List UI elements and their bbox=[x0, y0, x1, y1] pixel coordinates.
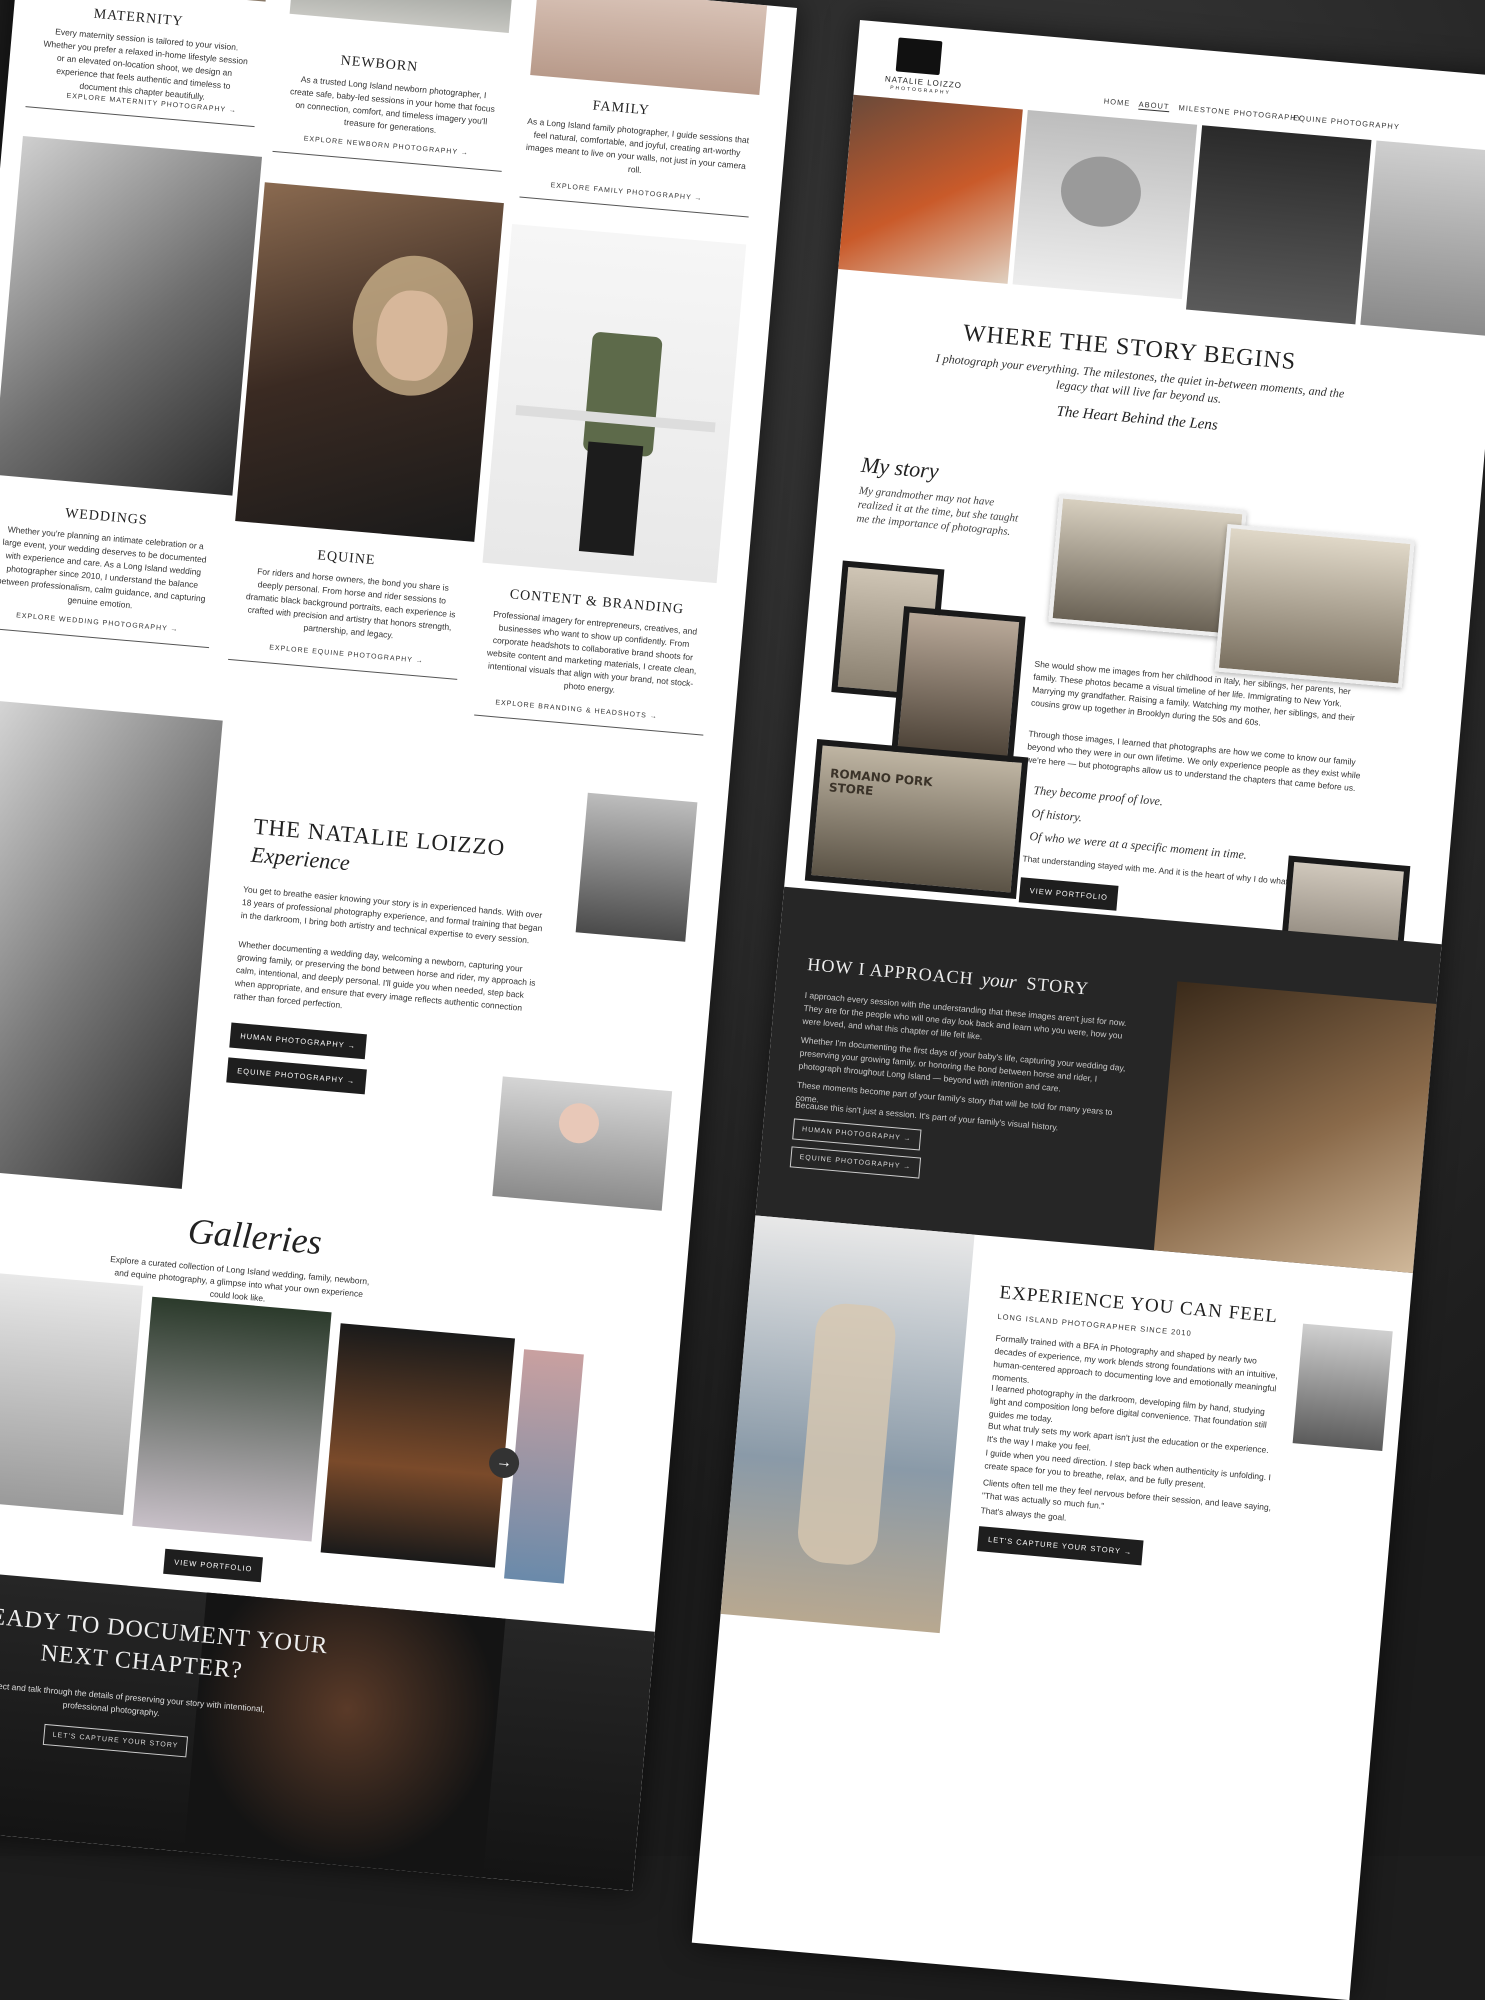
nav-equine[interactable]: EQUINE PHOTOGRAPHY bbox=[1293, 113, 1400, 131]
store-sign: ROMANO PORK STORE bbox=[828, 766, 934, 799]
lets-capture-your-story-button[interactable]: LET'S CAPTURE YOUR STORY → bbox=[977, 1526, 1144, 1566]
service-desc-equine: For riders and horse owners, the bond yo… bbox=[245, 566, 456, 641]
explore-family-link[interactable]: EXPLORE FAMILY PHOTOGRAPHY → bbox=[550, 182, 702, 202]
service-desc-newborn: As a trusted Long Island newborn photogr… bbox=[289, 74, 496, 135]
vintage-photo-group bbox=[1048, 494, 1247, 639]
story-paragraph-2: Through those images, I learned that pho… bbox=[1025, 728, 1361, 794]
newborn-flowers-photo bbox=[492, 1076, 673, 1211]
wedding-dress-photo bbox=[1292, 1323, 1393, 1451]
divider bbox=[474, 714, 704, 736]
maternity-lace-photo bbox=[0, 697, 223, 1189]
story-quote-1: They become proof of love. bbox=[1032, 783, 1164, 809]
horse-legs-photo bbox=[575, 792, 698, 942]
service-desc-branding: Professional imagery for entrepreneurs, … bbox=[486, 608, 698, 695]
wedding-photo bbox=[0, 136, 263, 496]
vintage-photo-store: ROMANO PORK STORE bbox=[804, 739, 1029, 899]
view-portfolio-button[interactable]: VIEW PORTFOLIO bbox=[1018, 877, 1119, 911]
service-title-newborn: NEWBORN bbox=[340, 53, 419, 76]
approach-title-2: your bbox=[980, 969, 1018, 994]
service-desc-weddings: Whether you're planning an intimate cele… bbox=[0, 524, 207, 611]
equine-photography-button[interactable]: EQUINE PHOTOGRAPHY → bbox=[226, 1057, 367, 1095]
explore-wedding-link[interactable]: EXPLORE WEDDING PHOTOGRAPHY → bbox=[16, 612, 179, 633]
explore-branding-link[interactable]: EXPLORE BRANDING & HEADSHOTS → bbox=[495, 699, 658, 720]
hero-photo-mother bbox=[838, 94, 1023, 284]
experience-paragraph-2: Whether documenting a wedding day, welco… bbox=[233, 938, 536, 1013]
service-title-maternity: MATERNITY bbox=[93, 6, 185, 30]
experience-paragraph-1: You get to breathe easier knowing your s… bbox=[240, 884, 543, 946]
human-photography-button[interactable]: HUMAN PHOTOGRAPHY → bbox=[229, 1022, 368, 1060]
story-lead: My grandmother may not have realized it … bbox=[856, 484, 1019, 539]
vintage-photo-soldier bbox=[890, 606, 1026, 769]
couple-photo bbox=[720, 1215, 975, 1634]
nav-about[interactable]: ABOUT bbox=[1138, 99, 1170, 113]
newborn-photo bbox=[289, 0, 514, 33]
service-title-equine: EQUINE bbox=[316, 548, 377, 569]
view-portfolio-button[interactable]: VIEW PORTFOLIO bbox=[163, 1548, 264, 1583]
service-desc-family: As a Long Island family photographer, I … bbox=[525, 115, 750, 176]
nav-home[interactable]: HOME bbox=[1103, 97, 1130, 108]
gallery-photo[interactable] bbox=[132, 1296, 332, 1542]
divider bbox=[519, 196, 749, 218]
maternity-photo bbox=[36, 0, 270, 2]
vintage-photo-family bbox=[1214, 523, 1415, 688]
hero-photo-woman bbox=[1186, 125, 1372, 325]
story-title: My story bbox=[860, 451, 940, 484]
hero-script: The Heart Behind the Lens bbox=[1055, 403, 1219, 434]
service-title-family: FAMILY bbox=[592, 98, 651, 119]
family-photo bbox=[530, 0, 768, 96]
equine-photo bbox=[235, 182, 504, 542]
story-quote-2: Of history. bbox=[1030, 805, 1083, 825]
explore-newborn-link[interactable]: EXPLORE NEWBORN PHOTOGRAPHY → bbox=[303, 135, 469, 156]
explore-equine-link[interactable]: EXPLORE EQUINE PHOTOGRAPHY → bbox=[269, 644, 424, 664]
gallery-photo[interactable] bbox=[320, 1323, 515, 1568]
logo-mark-icon bbox=[895, 37, 943, 76]
hero-photo-newborn bbox=[1012, 109, 1198, 300]
galleries-title: Galleries bbox=[186, 1210, 324, 1263]
hero-photo-right bbox=[1360, 140, 1485, 337]
gallery-photo[interactable] bbox=[0, 1270, 144, 1515]
nav-milestone[interactable]: MILESTONE PHOTOGRAPHY bbox=[1178, 103, 1303, 123]
branding-photo bbox=[482, 223, 747, 584]
service-title-weddings: WEDDINGS bbox=[64, 506, 149, 529]
